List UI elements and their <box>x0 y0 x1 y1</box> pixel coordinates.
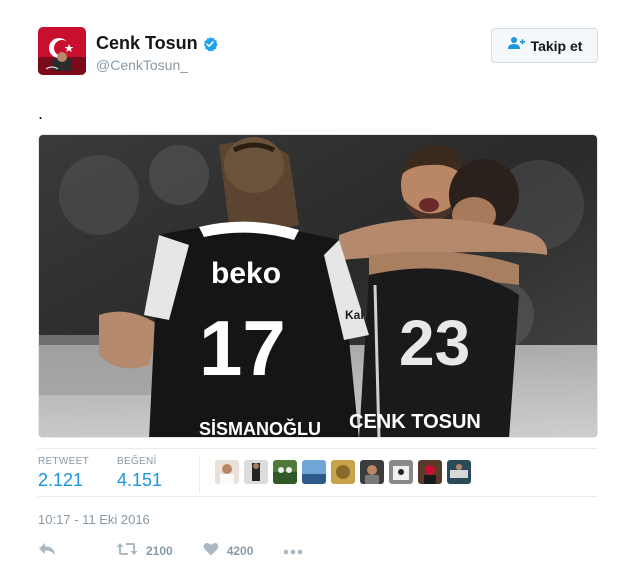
liker-avatar[interactable] <box>360 460 384 484</box>
reply-icon <box>38 542 56 561</box>
jersey-name-left: SİSMANOĞLU <box>199 418 321 438</box>
retweet-button[interactable]: 2100 <box>116 542 173 561</box>
liker-avatar[interactable] <box>418 460 442 484</box>
retweet-icon <box>116 542 138 561</box>
more-button[interactable] <box>283 542 303 560</box>
svg-text:23: 23 <box>399 307 470 379</box>
reply-button[interactable] <box>38 542 56 561</box>
liker-avatar[interactable] <box>215 460 239 484</box>
stats-separator <box>199 455 200 493</box>
liker-avatar[interactable] <box>331 460 355 484</box>
divider-top <box>38 448 598 449</box>
divider-bottom <box>38 496 598 497</box>
like-button[interactable]: 4200 <box>203 542 254 561</box>
liker-avatar[interactable] <box>447 460 471 484</box>
heart-icon <box>203 542 219 561</box>
retweet-stat-label: RETWEET <box>38 456 89 467</box>
liker-avatar[interactable] <box>302 460 326 484</box>
liker-avatar[interactable] <box>273 460 297 484</box>
retweet-stat[interactable]: RETWEET 2.121 <box>38 456 89 491</box>
follow-button-label: Takip et <box>530 37 583 54</box>
follow-button[interactable]: Takip et <box>491 28 598 63</box>
liker-avatar[interactable] <box>244 460 268 484</box>
tweet-text: . <box>38 103 44 123</box>
like-stat-label: BEĞENİ <box>117 456 157 467</box>
liker-avatar[interactable] <box>389 460 413 484</box>
retweet-count: 2100 <box>146 544 173 558</box>
retweet-stat-value: 2.121 <box>38 470 84 490</box>
jersey-number: 17 <box>199 304 286 392</box>
tweet-stats: RETWEET 2.121 BEĞENİ 4.151 <box>38 456 190 491</box>
name-row[interactable]: Cenk Tosun <box>96 33 218 54</box>
user-handle[interactable]: @CenkTosun_ <box>96 57 188 73</box>
likers-avatars <box>215 460 476 484</box>
sleeve-text: Kal <box>345 308 364 322</box>
avatar[interactable] <box>38 27 86 75</box>
like-stat[interactable]: BEĞENİ 4.151 <box>117 456 162 491</box>
jersey-name-right: CENK TOSUN <box>349 411 481 433</box>
display-name[interactable]: Cenk Tosun <box>96 33 198 54</box>
tweet-photo[interactable]: 23 beko 17 SİSMANOĞLU CENK TOSUN Kal <box>38 134 598 438</box>
jersey-brand: beko <box>211 257 281 290</box>
verified-badge-icon <box>202 36 218 52</box>
tweet-card: Cenk Tosun @CenkTosun_ Takip et . 23 bek… <box>0 0 633 572</box>
tweet-timestamp[interactable]: 10:17 - 11 Eki 2016 <box>38 512 150 527</box>
add-user-icon <box>507 36 525 55</box>
tweet-actions: 2100 4200 <box>38 541 327 561</box>
like-stat-value: 4.151 <box>117 470 163 490</box>
like-count: 4200 <box>226 544 254 558</box>
more-dots-icon <box>283 542 303 560</box>
